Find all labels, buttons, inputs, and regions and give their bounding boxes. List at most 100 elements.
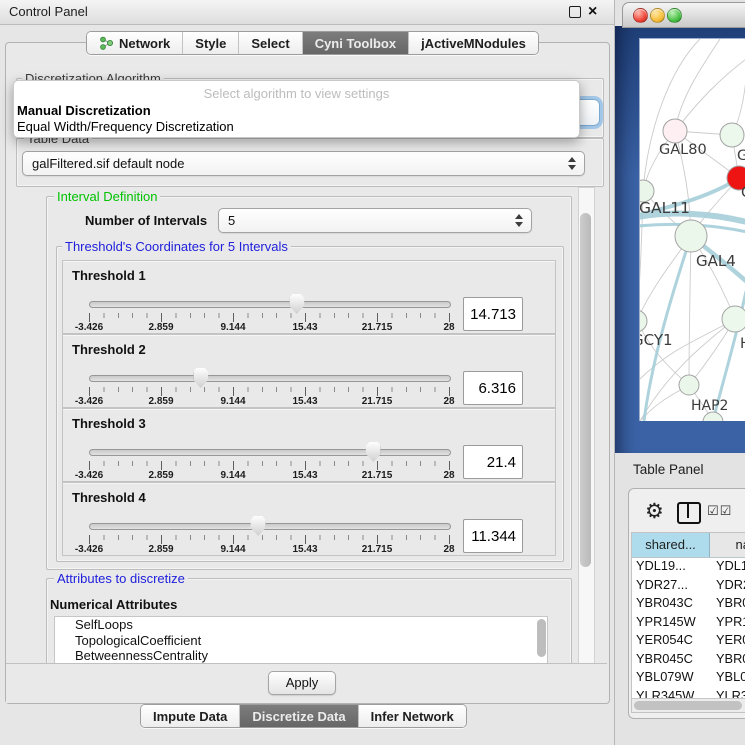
cell[interactable]: YDL19...	[632, 558, 716, 577]
slider-track[interactable]	[89, 449, 451, 456]
number-of-intervals-label: Number of Intervals	[85, 213, 207, 228]
table-panel-titlebar: Table Panel	[615, 453, 745, 487]
close-traffic-light-icon[interactable]	[633, 8, 648, 23]
list-item[interactable]: SelfLoops	[55, 617, 547, 633]
node-label: HAP2	[691, 398, 728, 414]
dropdown-option-equal-width-frequency[interactable]: Equal Width/Frequency Discretization	[17, 119, 234, 134]
network-canvas[interactable]: GAL80 GA C GAL11 GAL4 GCY1 H HAP2	[639, 38, 745, 421]
threshold-2-value-input[interactable]	[463, 371, 523, 405]
table-row[interactable]: YER054CYER0	[632, 632, 745, 651]
table-row[interactable]: YPR145WYPR1	[632, 614, 745, 633]
threshold-3-value-input[interactable]	[463, 445, 523, 479]
close-icon[interactable]: ×	[588, 1, 597, 23]
tab-jactivemnodules[interactable]: jActiveMNodules	[408, 32, 538, 54]
threshold-4-value-input[interactable]	[463, 519, 523, 553]
tab-cyni-toolbox[interactable]: Cyni Toolbox	[302, 32, 408, 54]
cell[interactable]: YBR0	[716, 651, 745, 670]
zoom-traffic-light-icon[interactable]	[667, 8, 682, 23]
tab-discretize-data[interactable]: Discretize Data	[239, 705, 357, 727]
tab-network[interactable]: Network	[87, 32, 182, 54]
numerical-attributes-list[interactable]: SelfLoops TopologicalCoefficient Between…	[54, 616, 548, 665]
cell[interactable]: YBR0	[716, 595, 745, 614]
tab-select-label: Select	[251, 36, 289, 51]
apply-button[interactable]: Apply	[268, 671, 336, 695]
minimize-traffic-light-icon[interactable]	[650, 8, 665, 23]
list-item[interactable]: BetweennessCentrality	[55, 648, 547, 664]
threshold-2-slider[interactable]: -3.426 2.859 9.144 15.43 21.715 28	[89, 371, 449, 407]
threshold-1-value-input[interactable]	[463, 297, 523, 331]
threshold-4-slider[interactable]: -3.426 2.859 9.144 15.43 21.715 28	[89, 519, 449, 555]
node-gal4[interactable]	[675, 220, 707, 252]
gear-icon[interactable]: ⚙	[645, 499, 664, 523]
threshold-1-slider[interactable]: -3.426 2.859 9.144 15.43 21.715 28	[89, 297, 449, 333]
cell[interactable]: YBR043C	[632, 595, 716, 614]
threshold-2-panel: Threshold 2 -3.426 2.859 9.144 15.43 21.…	[62, 334, 556, 408]
tick-label: 15.43	[292, 322, 317, 333]
slider-ticks-major	[89, 535, 450, 544]
content-scrollbar[interactable]	[578, 187, 595, 664]
table-row[interactable]: YBL079WYBL0	[632, 669, 745, 688]
tab-infer-network[interactable]: Infer Network	[358, 705, 466, 727]
table-data-combo[interactable]: galFiltered.sif default node	[22, 151, 585, 176]
table-row[interactable]: YDL19...YDL1	[632, 558, 745, 577]
list-item[interactable]: TopologicalCoefficient	[55, 633, 547, 649]
bottom-tabs: Impute Data Discretize Data Infer Networ…	[140, 704, 467, 728]
cell[interactable]: YDL1	[716, 558, 745, 577]
table-row[interactable]: YDR27...YDR2	[632, 577, 745, 596]
cell[interactable]: YDR27...	[632, 577, 716, 596]
numerical-attributes-heading: Numerical Attributes	[50, 597, 177, 612]
node-gal80[interactable]	[663, 119, 687, 143]
split-view-icon[interactable]	[677, 502, 701, 524]
slider-thumb[interactable]	[366, 442, 381, 462]
tab-style[interactable]: Style	[182, 32, 238, 54]
node-label: GAL80	[659, 142, 707, 158]
slider-thumb[interactable]	[251, 516, 266, 536]
network-window-titlebar[interactable]	[622, 2, 745, 28]
cell[interactable]: YER054C	[632, 632, 716, 651]
slider-thumb[interactable]	[289, 294, 304, 314]
cell[interactable]: YPR145W	[632, 614, 716, 633]
node-h[interactable]	[722, 306, 745, 332]
tab-select[interactable]: Select	[238, 32, 301, 54]
node-label: GA	[737, 148, 745, 164]
slider-track[interactable]	[89, 523, 451, 530]
float-window-icon[interactable]	[569, 6, 581, 18]
control-panel-title: Control Panel	[9, 4, 88, 19]
cell[interactable]: YPR1	[716, 614, 745, 633]
table-row[interactable]: YBR045CYBR0	[632, 651, 745, 670]
table-horizontal-scrollbar[interactable]	[632, 698, 745, 712]
tab-impute-data[interactable]: Impute Data	[141, 705, 239, 727]
slider-track[interactable]	[89, 301, 451, 308]
list-scrollbar-thumb[interactable]	[537, 619, 546, 657]
column-header-shared-name[interactable]: shared...	[632, 533, 710, 557]
column-header-name[interactable]: na	[710, 533, 745, 557]
tick-label: 28	[443, 470, 454, 481]
slider-ticks-major	[89, 461, 450, 470]
cell[interactable]: YBR045C	[632, 651, 716, 670]
cell[interactable]: YDR2	[716, 577, 745, 596]
tick-label: 21.715	[362, 396, 393, 407]
content-scrollbar-thumb[interactable]	[580, 213, 591, 567]
threshold-1-label: Threshold 1	[72, 268, 146, 283]
node-ga[interactable]	[720, 123, 744, 147]
threshold-3-label: Threshold 3	[72, 416, 146, 431]
number-of-intervals-combo[interactable]: 5	[218, 208, 532, 233]
cell[interactable]: YBL0	[716, 669, 745, 688]
cell[interactable]: YBL079W	[632, 669, 716, 688]
node-gcy1[interactable]	[640, 310, 647, 332]
dropdown-placeholder-option[interactable]: Select algorithm to view settings	[14, 86, 579, 101]
table-horizontal-scrollbar-thumb[interactable]	[634, 701, 742, 710]
interval-definition-title: Interval Definition	[54, 189, 160, 204]
tab-cyni-toolbox-label: Cyni Toolbox	[315, 36, 396, 51]
threshold-3-slider[interactable]: -3.426 2.859 9.144 15.43 21.715 28	[89, 445, 449, 481]
slider-thumb[interactable]	[193, 368, 208, 388]
dropdown-option-manual-discretization[interactable]: Manual Discretization	[17, 103, 151, 118]
algorithm-dropdown-popup: Select algorithm to view settings Manual…	[13, 80, 580, 138]
node-hap2[interactable]	[679, 375, 699, 395]
slider-track[interactable]	[89, 375, 451, 382]
table-row[interactable]: YBR043CYBR0	[632, 595, 745, 614]
node-label: C	[741, 185, 745, 201]
cell[interactable]: YER0	[716, 632, 745, 651]
attributes-group-title: Attributes to discretize	[54, 571, 188, 586]
select-columns-icon[interactable]: ☑☑	[707, 504, 732, 519]
